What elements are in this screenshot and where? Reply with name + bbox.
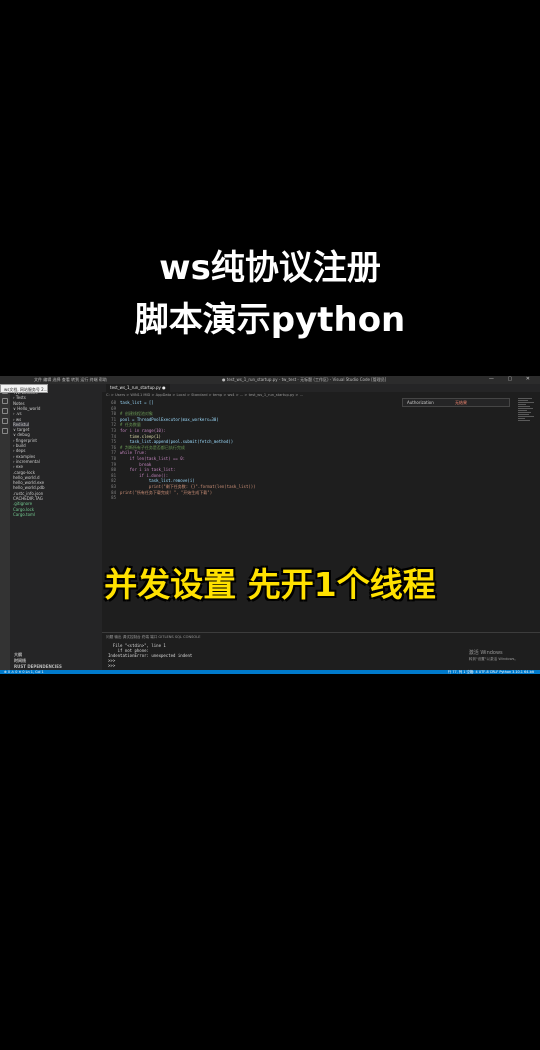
code-line[interactable]: while True: xyxy=(120,450,147,455)
explorer-item[interactable]: › exe xyxy=(13,464,23,469)
explorer-item[interactable]: › deps xyxy=(13,448,26,453)
explorer-item[interactable]: hello_world.pdb xyxy=(13,485,45,490)
line-number: 69 xyxy=(111,405,116,411)
explorer-sidebar: TWFEEshare› Tests Notes∨ Hello_world › .… xyxy=(10,384,102,670)
line-number: 68 xyxy=(111,400,116,405)
code-line[interactable]: for i in range(10): xyxy=(120,428,166,433)
explorer-item[interactable]: .cargo-lock xyxy=(13,470,35,475)
windows-activation-watermark: 激活 Windows 转到"设置"以激活 Windows。 xyxy=(469,650,518,662)
panel-tabs[interactable]: 问题 输出 调试控制台 终端 端口 GITLENS SQL CONSOLE xyxy=(106,635,201,640)
line-number: 84 xyxy=(111,489,116,495)
extensions-icon[interactable] xyxy=(2,428,8,434)
line-number: 82 xyxy=(111,478,116,484)
status-right[interactable]: 行 77, 列 1 空格: 4 UTF-8 CRLF Python 3.10.1… xyxy=(448,670,534,674)
explorer-item[interactable]: › ws xyxy=(13,417,21,422)
status-left[interactable]: ⊗ 0 ⚠ 0 ✕ 0 Ln 1, Col 1 xyxy=(4,670,44,674)
terminal-line: IndentationError: unexpected indent xyxy=(108,653,193,658)
minimap[interactable] xyxy=(518,398,536,444)
tab-active-file[interactable]: test_ws_1_run_startup.py ● xyxy=(106,384,170,392)
line-number: 80 xyxy=(111,467,116,473)
window-title: ● test_ws_1_run_startup.py - tw_test - 无… xyxy=(222,377,387,382)
terminal-panel[interactable]: 问题 输出 调试控制台 终端 端口 GITLENS SQL CONSOLE Fi… xyxy=(102,632,540,671)
explorer-item[interactable]: hello_world.exe xyxy=(13,480,44,485)
code-line[interactable]: if len(task_list) == 0: xyxy=(120,456,185,461)
watermark-line-2: 转到"设置"以激活 Windows。 xyxy=(468,657,518,661)
line-number: 70 xyxy=(111,411,116,417)
explorer-item[interactable]: › fingerprint xyxy=(13,438,37,443)
explorer-item[interactable]: CACHEDIR.TAG xyxy=(13,496,43,501)
sidebar-section-header[interactable]: RUST DEPENDENCIES xyxy=(14,664,62,669)
video-subtitle: 并发设置 先开1个线程 xyxy=(104,565,436,604)
window-controls[interactable]: — ▢ ✕ xyxy=(489,376,536,382)
code-line[interactable]: task_list = [] xyxy=(120,400,154,405)
line-number: 81 xyxy=(111,472,116,478)
explorer-item[interactable]: › incremental xyxy=(13,459,40,464)
code-line[interactable]: if i.done(): xyxy=(120,473,168,478)
line-number: 72 xyxy=(111,422,116,428)
explorer-item[interactable]: ∨ Hello_world xyxy=(13,406,40,411)
explorer-item[interactable]: ∨ debug xyxy=(13,432,30,437)
run-debug-icon[interactable] xyxy=(2,418,8,424)
explorer-item[interactable]: › examples xyxy=(13,454,35,459)
line-number: 79 xyxy=(111,461,116,467)
code-line[interactable]: time.sleep(1) xyxy=(120,434,161,439)
search-icon[interactable] xyxy=(2,398,8,404)
editor-tabs: test_ws_1_run_startup.py ● xyxy=(102,384,540,392)
line-number: 71 xyxy=(111,416,116,422)
code-line[interactable]: break xyxy=(120,462,151,467)
explorer-item[interactable]: › .vs xyxy=(13,411,22,416)
video-title-line-1: ws纯协议注册 xyxy=(159,248,381,288)
explorer-item[interactable]: .gitignore xyxy=(13,501,32,506)
breadcrumb[interactable]: C: > Users > WIN11 MID > AppData > Local… xyxy=(106,393,303,397)
line-number: 83 xyxy=(111,484,116,489)
explorer-item[interactable]: hello_world.d xyxy=(13,475,40,480)
explorer-item[interactable]: ∨ target xyxy=(13,427,29,432)
explorer-item[interactable]: Redistul xyxy=(13,421,30,427)
menu-bar[interactable]: 文件 编辑 选择 查看 转到 运行 终端 帮助 xyxy=(34,377,107,383)
line-number: 85 xyxy=(111,495,116,501)
explorer-item[interactable]: › build xyxy=(13,443,26,448)
explorer-item[interactable]: › Tests xyxy=(13,395,26,400)
line-number: 76 xyxy=(111,444,116,450)
explorer-item[interactable]: .rustc_info.json xyxy=(13,491,43,496)
source-control-icon[interactable] xyxy=(2,408,8,414)
code-line[interactable]: for i in task_list: xyxy=(120,467,176,472)
video-title-line-2: 脚本演示python xyxy=(134,300,406,340)
line-number: 73 xyxy=(111,428,116,433)
code-line[interactable]: task_list.remove(i) xyxy=(120,478,195,483)
explorer-item[interactable]: Notes xyxy=(13,401,25,406)
status-bar: ⊗ 0 ⚠ 0 ✕ 0 Ln 1, Col 1 行 77, 列 1 空格: 4 … xyxy=(0,670,540,674)
code-line[interactable]: print("所有任务下载完成! ", "开始生成下载") xyxy=(120,490,212,496)
notification-popup[interactable]: ws文档, 网站服务号 2... xyxy=(0,384,48,393)
line-number: 77 xyxy=(111,450,116,456)
line-number: 74 xyxy=(111,433,116,439)
terminal-line: >>> xyxy=(108,663,116,668)
window-titlebar: 文件 编辑 选择 查看 转到 运行 终端 帮助 ● test_ws_1_run_… xyxy=(0,376,540,384)
line-number: 75 xyxy=(111,439,116,445)
vscode-screenshot: 文件 编辑 选择 查看 转到 运行 终端 帮助 ● test_ws_1_run_… xyxy=(0,376,540,674)
explorer-item[interactable]: Cargo.lock xyxy=(13,507,34,512)
explorer-item[interactable]: Cargo.toml xyxy=(13,512,35,517)
code-line[interactable]: task_list.append(pool.submit(fetch_metho… xyxy=(120,439,234,444)
line-number: 78 xyxy=(111,456,116,461)
activity-bar xyxy=(0,384,10,670)
